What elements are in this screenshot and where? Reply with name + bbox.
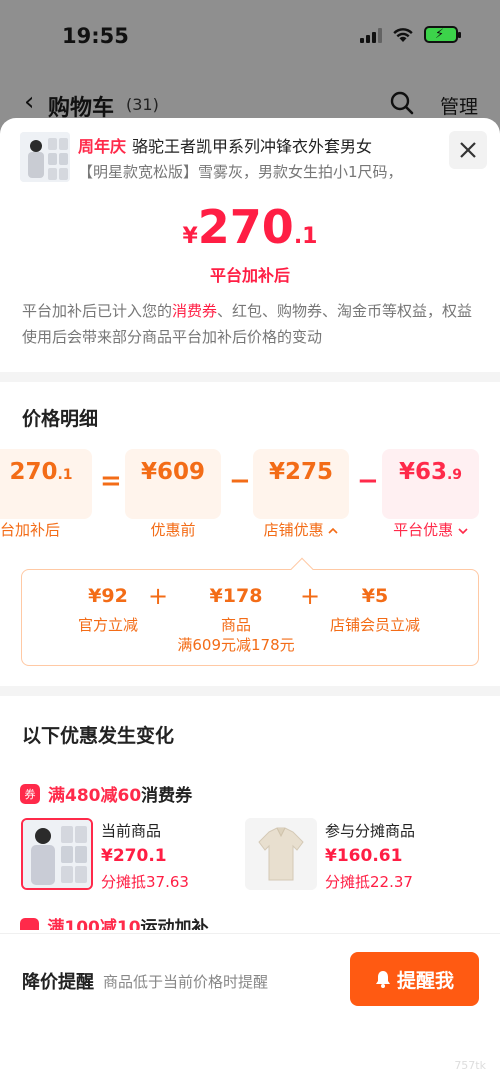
price-decimal: .1 [293, 224, 318, 249]
price-alert-desc: 商品低于当前价格时提醒 [103, 973, 269, 991]
product-title-line: 周年庆 骆驼王者凯甲系列冲锋衣外套男女 [78, 133, 372, 157]
remind-me-label: 提醒我 [396, 969, 454, 992]
price-box-label: 台加补后 [0, 521, 61, 539]
item-title: 当前商品 [101, 822, 162, 840]
remind-me-button[interactable]: 提醒我 [350, 952, 479, 1006]
item-price: ¥160.61 [325, 846, 403, 866]
coupon-highlight: 满100减10 [47, 918, 141, 930]
manage-button[interactable]: 管理 [440, 92, 478, 119]
notice-highlight: 消费券 [172, 302, 218, 320]
breakdown-value: ¥178 [209, 585, 263, 607]
cart-count: (31) [126, 95, 159, 114]
platform-discount-toggle[interactable]: 平台优惠 [382, 519, 479, 540]
breakdown-sub: 满609元减178元 [177, 636, 295, 654]
breakdown-label: 官方立减 [77, 616, 138, 634]
price-integer: 270 [197, 200, 294, 254]
current-item-image[interactable] [21, 818, 93, 890]
box-value: 270 [9, 459, 58, 485]
product-title: 骆驼王者凯甲系列冲锋衣外套男女 [132, 137, 373, 156]
final-price-label: 平台加补后 [209, 266, 290, 285]
price-detail-title: 价格明细 [22, 408, 99, 430]
box-value: ¥275 [268, 459, 333, 485]
promo-tag: 周年庆 [78, 137, 127, 156]
close-button[interactable] [449, 131, 487, 169]
back-icon[interactable]: ‹ [24, 87, 34, 117]
final-price: ¥270.1 [0, 200, 500, 254]
chevron-down-icon [458, 528, 468, 535]
price-box-label: 店铺优惠 [263, 521, 324, 539]
price-alert-title: 降价提醒 [22, 972, 94, 993]
item-share: 分摊抵22.37 [325, 873, 413, 891]
shared-item-image[interactable] [245, 818, 317, 890]
minus-operator: − [229, 466, 251, 496]
box-value-decimal: .1 [57, 467, 73, 483]
price-detail-sheet: 周年庆 骆驼王者凯甲系列冲锋衣外套男女 【明星款宽松版】雪雾灰，男款女生拍小1尺码… [0, 118, 500, 1084]
minus-operator: − [357, 466, 379, 496]
divider [0, 686, 500, 696]
item-price: ¥270.1 [101, 846, 167, 866]
breakdown-value: ¥5 [361, 585, 389, 607]
breakdown-value: ¥92 [88, 585, 128, 607]
status-icons: ⚡ [360, 26, 461, 43]
coupon-row-next: 满100减10运动加补券 [20, 918, 220, 930]
price-box-label: 平台优惠 [393, 521, 454, 539]
coupon-highlight: 满480减60 [48, 786, 142, 806]
price-box-store-discount[interactable]: ¥275 [253, 449, 349, 519]
search-icon[interactable] [390, 91, 414, 115]
price-currency: ¥ [182, 224, 198, 249]
price-box-original: ¥609 [125, 449, 221, 519]
breakdown-label: 商品 [220, 616, 251, 634]
item-share: 分摊抵37.63 [101, 873, 189, 891]
store-discount-toggle[interactable]: 店铺优惠 [253, 519, 349, 540]
item-title: 参与分摊商品 [325, 822, 416, 840]
price-notice: 平台加补后已计入您的消费券、红包、购物券、淘金币等权益，权益使用后会带来部分商品… [22, 298, 482, 350]
watermark: 757tk [454, 1059, 486, 1072]
divider [0, 372, 500, 382]
box-value: ¥63 [398, 459, 447, 485]
wifi-icon [393, 27, 413, 42]
changes-title: 以下优惠发生变化 [22, 725, 175, 747]
box-value: ¥609 [140, 459, 205, 485]
coupon-icon: 券 [20, 783, 40, 804]
price-box-final: 270.1 [0, 449, 92, 519]
coupon-icon [20, 918, 40, 930]
breakdown-label: 店铺会员立减 [329, 616, 420, 634]
chevron-up-icon [328, 527, 338, 534]
status-time: 19:55 [62, 24, 129, 48]
plus-operator: + [300, 582, 321, 610]
notice-prefix: 平台加补后已计入您的 [22, 302, 173, 320]
battery-icon: ⚡ [424, 26, 461, 43]
price-alert-footer: 降价提醒 商品低于当前价格时提醒 提醒我 757tk [0, 933, 500, 1084]
price-box-label: 优惠前 [150, 521, 196, 539]
coupon-suffix: 消费券 [141, 786, 193, 806]
signal-icon [360, 27, 382, 43]
close-icon[interactable] [459, 141, 477, 159]
product-thumbnail [20, 132, 70, 182]
bell-icon [375, 971, 390, 988]
equals-operator: = [100, 466, 122, 496]
status-bar: 19:55 ⚡ [0, 0, 500, 75]
coupon-row: 券 满480减60消费券 [20, 781, 192, 806]
price-box-platform-discount[interactable]: ¥63.9 [382, 449, 479, 519]
product-sku: 【明星款宽松版】雪雾灰，男款女生拍小1尺码， [78, 163, 403, 181]
box-value-decimal: .9 [446, 467, 463, 483]
